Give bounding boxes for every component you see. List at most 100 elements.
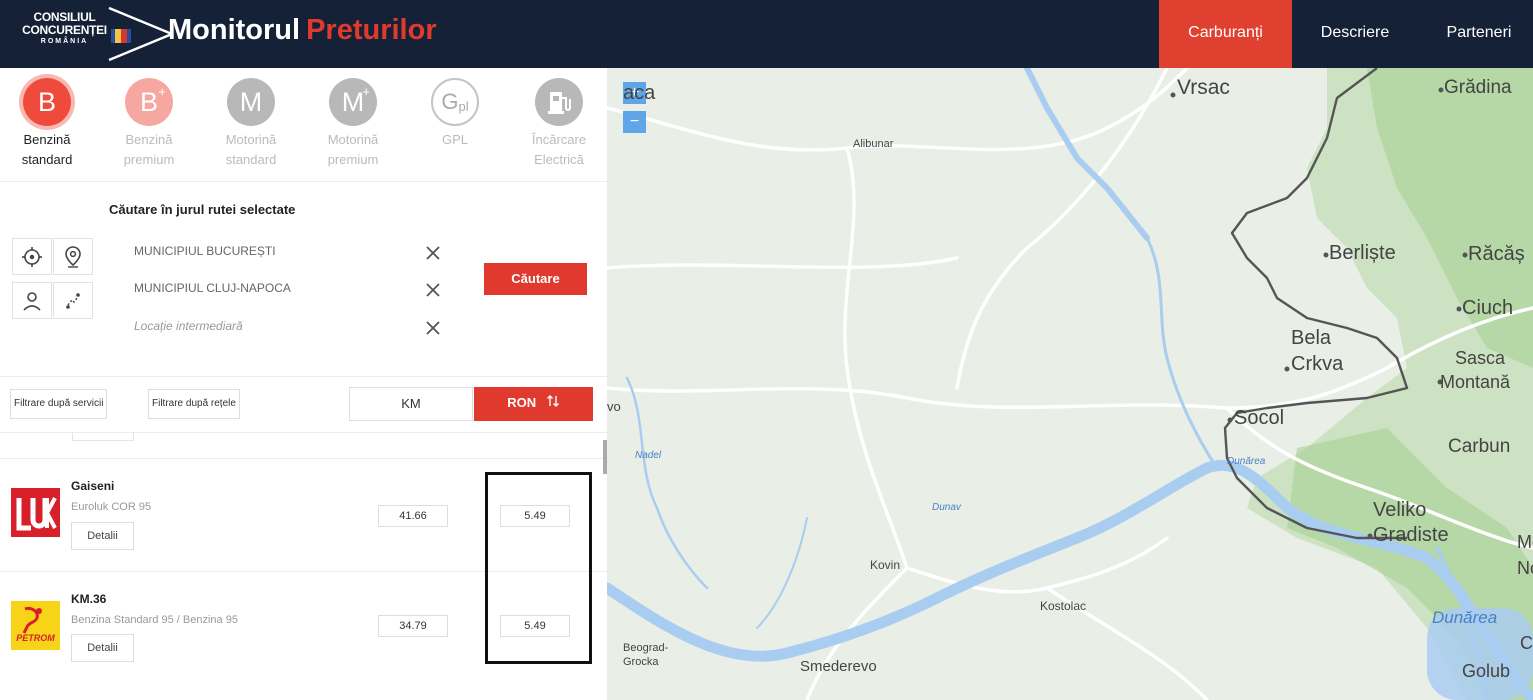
map-label-veliko: Veliko [1373,499,1427,521]
station-distance: 34.79 [378,615,448,637]
map-label-gradiste: Gradiste [1373,524,1449,546]
person-pin-icon [23,291,41,311]
svg-text:PETROM: PETROM [16,633,55,643]
map-label-partial-no: No [1517,558,1533,578]
consiliul-concurentei-logo[interactable]: CONSILIUL CONCURENȚEI ROMÂNIA [22,5,174,63]
map-label-dunarea-west: Dunărea [1227,456,1266,467]
divider [0,181,607,182]
map-label-berliste: Berliște [1329,242,1396,264]
map-label-partial-vo: vo [607,399,621,414]
user-location-button[interactable] [12,282,52,319]
map-label-gradina: Grădina [1444,77,1512,98]
map-label-grocka: Grocka [623,656,659,668]
map-label-kovin: Kovin [870,558,901,572]
intermediate-location-input[interactable]: Locație intermediară [134,319,243,333]
route-icon [66,292,80,309]
fuel-type-incarcare-electrica[interactable]: Încărcare Electrică [519,78,599,170]
fuel-type-motorina-premium[interactable]: M + Motorină premium [313,78,393,170]
destination-location[interactable]: MUNICIPIUL CLUJ-NAPOCA [134,281,291,295]
map-label-partial-mo: Mo [1517,532,1533,552]
station-name: Gaiseni [71,479,115,493]
map-label-beograd: Beograd- [623,642,669,654]
fuel-label-line2: standard [21,152,73,167]
app-title-accent: Preturilor [306,14,437,46]
nav-parteneri[interactable]: Parteneri [1425,0,1533,68]
benzina-standard-icon: B [23,78,71,126]
my-location-button[interactable] [12,238,52,275]
nav-descriere[interactable]: Descriere [1300,0,1410,68]
map-label-sasca: Sasca [1455,348,1506,368]
fuel-label-line2: premium [327,152,379,167]
motorina-premium-icon: M + [329,78,377,126]
fuel-label-line1: GPL [441,132,468,147]
app-title-main: Monitorul [168,14,301,46]
close-icon [426,246,440,260]
benzina-premium-icon: B + [125,78,173,126]
station-fuel-type: Benzina Standard 95 / Benzina 95 [71,614,238,626]
fuel-type-motorina-standard[interactable]: M Motorină standard [211,78,291,170]
map-label-vrsac: Vrsac [1177,76,1230,99]
map-label-kostolac: Kostolac [1040,599,1087,613]
app-title: Monitorul Preturilor [168,14,437,47]
fuel-type-gpl[interactable]: Gpl GPL [415,78,495,150]
close-icon [426,321,440,335]
ev-charging-icon [535,78,583,126]
divider [0,376,607,377]
fuel-label-line1: Benzină [23,132,71,147]
route-search-title: Căutare în jurul rutei selectate [109,202,296,217]
details-button[interactable]: Detalii [71,634,134,662]
map-label-socol: Socol [1234,407,1285,429]
fuel-type-benzina-standard[interactable]: B Benzină standard [7,78,87,170]
map-label-golubac: Golub [1462,661,1511,681]
map-label-alibunar: Alibunar [853,138,894,150]
clear-origin-button[interactable] [423,243,443,263]
pin-location-button[interactable] [53,238,93,275]
sort-ron-button[interactable]: RON [474,387,593,421]
map-label-dunarea-east: Dunărea [1432,608,1498,627]
fuel-label-line1: Motorină [327,132,379,147]
crosshair-icon [22,246,42,267]
map-label-carbunari: Carbun [1448,436,1511,457]
top-header: CONSILIUL CONCURENȚEI ROMÂNIA Monitorul P… [0,0,1533,68]
fuel-label-line1: Încărcare [531,132,587,147]
logo-text-line2: CONCURENȚEI [22,23,107,37]
sort-km-button[interactable]: KM [349,387,473,421]
sidebar-panel: B Benzină standard B + Benzină premium M Mo… [0,68,607,700]
logo-text-line3: ROMÂNIA [40,38,89,45]
map-label-bela: Bela [1291,327,1332,349]
divider [0,458,607,459]
map-pin-icon [65,245,81,268]
route-button[interactable] [53,282,93,319]
sort-arrows-icon [546,395,559,407]
station-name: KM.36 [71,592,107,606]
clear-intermediate-button[interactable] [423,318,443,338]
search-button[interactable]: Căutare [484,263,587,295]
map-label-smederevo: Smederevo [800,658,877,675]
gpl-icon: Gpl [431,78,479,126]
map-label-dunav: Dunav [932,502,961,513]
map-view[interactable]: + − Vrsac Grădina Alibunar Berliște Răcă… [607,68,1533,700]
zoom-out-button[interactable]: − [623,111,646,133]
fuel-label-line1: Benzină [125,132,173,147]
map-label-crkva: Crkva [1291,353,1344,375]
filter-networks-button[interactable]: Filtrare după rețele [148,389,240,419]
close-icon [426,283,440,297]
fuel-type-benzina-premium[interactable]: B + Benzină premium [109,78,189,170]
details-button[interactable]: Detalii [71,522,134,550]
lukoil-logo-icon [11,488,60,537]
fuel-label-line2: Electrică [534,152,584,167]
filter-services-button[interactable]: Filtrare după servicii [10,389,108,419]
map-label-partial-aca: aca [623,82,656,104]
origin-location[interactable]: MUNICIPIUL BUCUREȘTI [134,244,276,258]
map-label-ciuchici: Ciuch [1462,297,1514,319]
petrom-logo-icon: PETROM [11,601,60,650]
logo-arrow-icon [108,6,174,62]
clear-destination-button[interactable] [423,280,443,300]
price-column-highlight [485,472,592,664]
map-label-montana: Montană [1440,372,1511,392]
nav-carburanti[interactable]: Carburanți [1159,0,1292,68]
previous-item-details-stub [72,433,134,441]
motorina-standard-icon: M [227,78,275,126]
station-distance: 41.66 [378,505,448,527]
sort-ron-label: RON [507,395,537,410]
